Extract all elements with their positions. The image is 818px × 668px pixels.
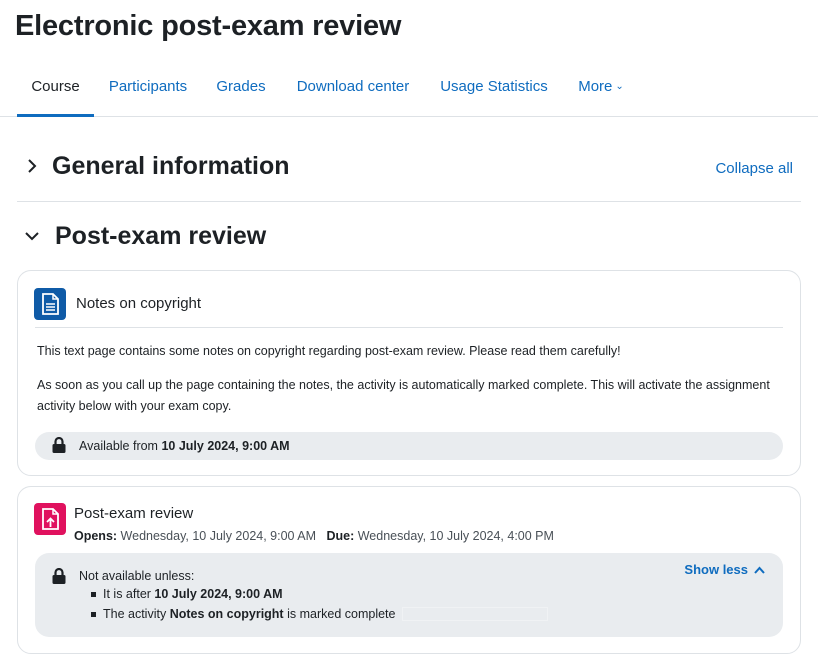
tab-label: Grades (216, 78, 266, 95)
condition-prefix: It is after (103, 587, 151, 601)
availability-info: Available from 10 July 2024, 9:00 AM (35, 432, 783, 460)
tab-more[interactable]: More ⌄ (570, 70, 632, 117)
tab-label: Usage Statistics (440, 78, 548, 95)
show-less-label: Show less (684, 562, 748, 577)
lock-icon (52, 567, 66, 584)
availability-date: 10 July 2024, 9:00 AM (161, 439, 290, 453)
page-icon (34, 288, 66, 320)
course-nav-tabs: Course Participants Grades Download cent… (0, 70, 818, 117)
condition-suffix: is marked complete (287, 607, 396, 621)
page-title: Electronic post-exam review (15, 10, 402, 42)
condition-item: The activity Notes on copyright is marke… (91, 604, 395, 624)
section-general-information: General information Collapse all (17, 150, 801, 186)
activity-card-notes-on-copyright: Notes on copyright This text page contai… (17, 270, 801, 476)
lock-icon (52, 436, 66, 453)
activity-link[interactable]: Post-exam review (74, 505, 193, 522)
tab-label: Download center (296, 78, 410, 95)
activity-dates: Opens: Wednesday, 10 July 2024, 9:00 AM … (74, 529, 554, 543)
restriction-heading: Not available unless: (79, 569, 195, 583)
tab-download-center[interactable]: Download center (289, 70, 417, 117)
activity-link[interactable]: Notes on copyright (76, 295, 201, 312)
tab-label: Participants (108, 78, 188, 95)
condition-activity-name: Notes on copyright (169, 607, 284, 621)
show-less-button[interactable]: Show less (684, 562, 765, 577)
activity-description: As soon as you call up the page containi… (37, 378, 770, 413)
availability-prefix: Available from (79, 439, 158, 453)
activity-card-post-exam-review: Post-exam review Opens: Wednesday, 10 Ju… (17, 486, 801, 654)
restriction-conditions: It is after 10 July 2024, 9:00 AM The ac… (91, 584, 395, 624)
chevron-right-icon[interactable] (23, 157, 41, 175)
tab-grades[interactable]: Grades (210, 70, 272, 117)
chevron-down-icon: ⌄ (615, 81, 624, 92)
tab-label: Course (31, 78, 80, 95)
availability-text: Available from 10 July 2024, 9:00 AM (79, 439, 290, 453)
tab-usage-statistics[interactable]: Usage Statistics (435, 70, 553, 117)
card-divider (35, 327, 783, 328)
section-title[interactable]: General information (52, 152, 290, 181)
tab-label: More (578, 78, 613, 95)
collapse-all-link[interactable]: Collapse all (715, 160, 793, 177)
condition-date: 10 July 2024, 9:00 AM (154, 587, 283, 601)
chevron-up-icon (754, 562, 765, 577)
availability-info: Not available unless: Show less It is af… (35, 553, 783, 637)
activity-description: This text page contains some notes on co… (37, 344, 621, 358)
tab-course[interactable]: Course (17, 70, 94, 117)
section-divider (17, 201, 801, 202)
empty-placeholder-box (402, 607, 548, 621)
condition-item: It is after 10 July 2024, 9:00 AM (91, 584, 395, 604)
section-title[interactable]: Post-exam review (55, 222, 266, 251)
due-value: Wednesday, 10 July 2024, 4:00 PM (357, 529, 554, 543)
tab-participants[interactable]: Participants (104, 70, 192, 117)
assignment-icon (34, 503, 66, 535)
section-post-exam-review: Post-exam review (17, 220, 801, 256)
opens-value: Wednesday, 10 July 2024, 9:00 AM (120, 529, 317, 543)
chevron-down-icon[interactable] (23, 227, 41, 245)
opens-label: Opens: (74, 529, 118, 543)
condition-prefix: The activity (103, 607, 167, 621)
due-label: Due: (326, 529, 355, 543)
